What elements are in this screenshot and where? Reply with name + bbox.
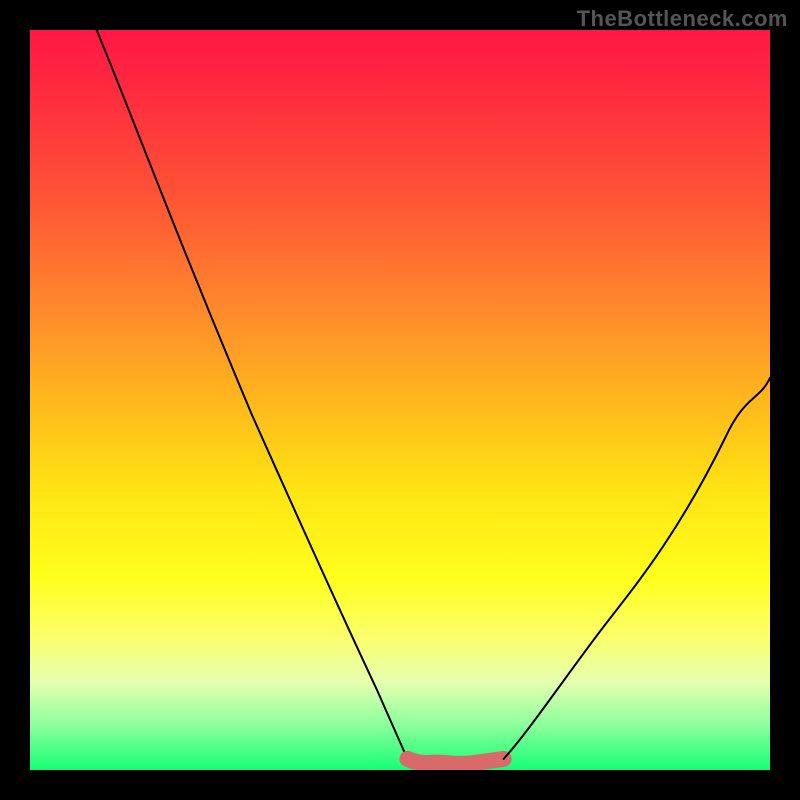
chart-frame: TheBottleneck.com — [0, 0, 800, 800]
watermark-text: TheBottleneck.com — [577, 6, 788, 32]
curve-right — [504, 378, 770, 759]
chart-curves — [30, 30, 770, 770]
curve-left — [97, 30, 408, 759]
plot-area — [30, 30, 770, 770]
valley-floor — [407, 759, 503, 764]
